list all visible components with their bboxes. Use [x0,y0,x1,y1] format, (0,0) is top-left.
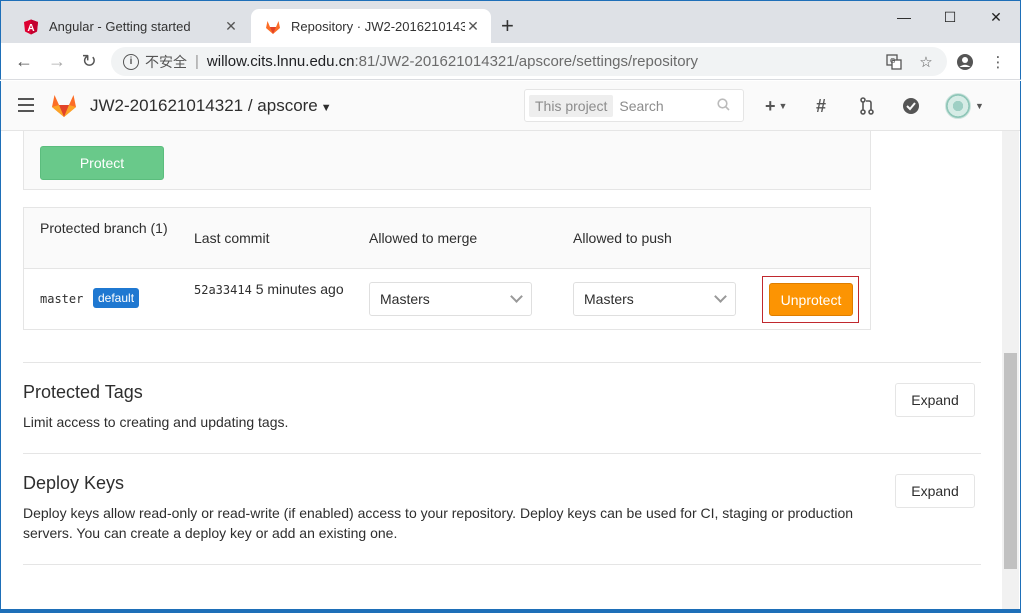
table-header: Protected branch (1) Last commit Allowed… [24,208,870,269]
address-host: willow.cits.lnnu.edu.cn [206,53,355,70]
protect-button[interactable]: Protect [40,146,164,180]
address-path: :81/JW2-201621014321/apscore/settings/re… [354,53,699,70]
info-icon[interactable]: i [123,53,139,70]
new-tab-button[interactable]: + [501,15,514,37]
expand-protected-tags-button[interactable]: Expand [895,383,975,417]
minimize-icon[interactable]: — [881,5,927,29]
plus-dropdown-icon[interactable]: + ▼ [765,95,787,117]
section-description: Limit access to creating and updating ta… [23,414,289,430]
project-title-text: JW2-201621014321 / apscore [90,96,318,115]
hamburger-menu-icon[interactable] [18,98,34,112]
forward-arrow-icon[interactable]: → [46,50,68,72]
window-close-icon[interactable]: ✕ [973,5,1019,29]
address-separator: | [195,53,199,70]
close-icon[interactable]: ✕ [465,18,481,35]
user-avatar[interactable] [945,93,971,119]
tab-title: Repository · JW2-201621014321 / apscore [291,19,465,34]
section-divider [23,453,981,454]
section-divider [23,362,981,363]
section-divider [23,564,981,565]
bookmark-star-icon[interactable]: ☆ [916,52,936,72]
scrollbar-thumb[interactable] [1004,353,1017,569]
browser-toolbar: ← → ↻ i 不安全 | willow.cits.lnnu.edu.cn :8… [0,43,1021,80]
merge-select-value: Masters [380,291,430,307]
reload-icon[interactable]: ↻ [78,50,100,72]
column-header-commit: Last commit [194,230,270,246]
unprotect-button[interactable]: Unprotect [769,283,853,316]
chevron-down-icon: ▼ [320,102,332,114]
svg-text:A: A [27,23,34,34]
gitlab-logo-icon[interactable] [50,91,78,119]
expand-deploy-keys-button[interactable]: Expand [895,474,975,508]
chevron-down-icon [510,290,523,303]
allowed-to-merge-select[interactable]: Masters [369,282,532,316]
push-select-value: Masters [584,291,634,307]
todo-check-icon[interactable] [902,95,920,117]
search-icon [717,97,743,114]
window-border [0,81,1,613]
section-description: Deploy keys allow read-only or read-writ… [23,505,854,541]
chevron-down-icon[interactable]: ▼ [975,95,984,117]
section-title: Protected Tags [23,382,143,402]
column-header-branch: Protected branch (1) [40,220,168,236]
commit-time: 5 minutes ago [255,281,344,297]
back-arrow-icon[interactable]: ← [13,50,35,72]
default-badge: default [93,288,140,308]
issues-hash-icon[interactable]: # [816,95,826,117]
unprotect-highlight: Unprotect [762,276,859,323]
gitlab-icon [266,20,280,34]
browser-tab-angular[interactable]: A Angular - Getting started ✕ [9,9,249,44]
search-input[interactable]: This project Search [524,89,744,122]
browser-tab-repository[interactable]: Repository · JW2-201621014321 / apscore … [251,9,491,44]
column-header-push: Allowed to push [573,230,672,246]
tab-title: Angular - Getting started [49,19,191,34]
gitlab-header: JW2-201621014321 / apscore ▼ This project… [1,81,1020,131]
protect-branch-panel: Protect [23,131,871,190]
security-label: 不安全 [145,53,187,70]
browser-tab-bar: A Angular - Getting started ✕ Repository… [0,0,1021,44]
close-icon[interactable]: ✕ [223,18,239,35]
search-scope: This project [529,94,614,117]
chevron-down-icon [714,290,727,303]
column-header-merge: Allowed to merge [369,230,478,246]
merge-request-icon[interactable] [859,95,875,117]
window-border [0,609,1021,613]
maximize-icon[interactable]: ☐ [927,5,973,29]
search-placeholder: Search [619,97,664,114]
project-title[interactable]: JW2-201621014321 / apscore ▼ [90,96,332,116]
settings-content: Protect Protected branch (1) Last commit… [1,131,1002,610]
menu-kebab-icon[interactable]: ⋮ [988,52,1008,72]
angular-icon: A [24,19,38,34]
section-title: Deploy Keys [23,473,125,493]
branch-name: master [40,292,84,306]
last-commit: 52a33414 5 minutes ago [194,279,344,301]
protected-branches-table: Protected branch (1) Last commit Allowed… [23,207,871,330]
address-bar[interactable]: i 不安全 | willow.cits.lnnu.edu.cn :81/JW2-… [111,47,947,76]
svg-text:G: G [890,58,895,65]
translate-icon[interactable]: G [884,52,904,72]
account-icon[interactable] [955,52,975,72]
commit-sha[interactable]: 52a33414 [194,283,252,297]
allowed-to-push-select[interactable]: Masters [573,282,736,316]
